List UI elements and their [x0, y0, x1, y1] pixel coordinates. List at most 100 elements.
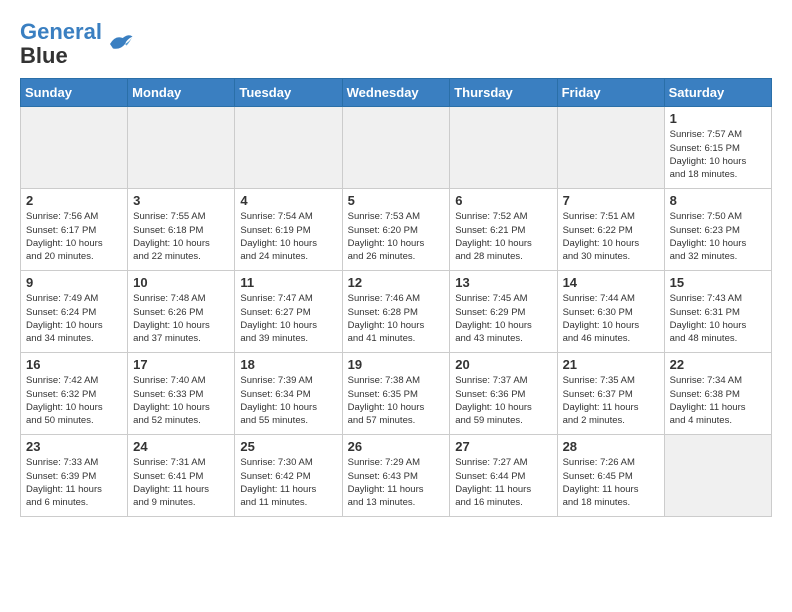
- calendar-cell: 27 Sunrise: 7:27 AM Sunset: 6:44 PM Dayli…: [450, 435, 557, 517]
- calendar-cell: 25 Sunrise: 7:30 AM Sunset: 6:42 PM Dayli…: [235, 435, 342, 517]
- day-info: Sunrise: 7:38 AM Sunset: 6:35 PM Dayligh…: [348, 374, 445, 427]
- week-row-5: 23 Sunrise: 7:33 AM Sunset: 6:39 PM Dayli…: [21, 435, 772, 517]
- calendar-cell: [450, 107, 557, 189]
- day-number: 27: [455, 439, 551, 454]
- day-info: Sunrise: 7:43 AM Sunset: 6:31 PM Dayligh…: [670, 292, 766, 345]
- calendar-cell: 9Sunrise: 7:49 AM Sunset: 6:24 PM Daylig…: [21, 271, 128, 353]
- week-row-3: 9Sunrise: 7:49 AM Sunset: 6:24 PM Daylig…: [21, 271, 772, 353]
- day-info: Sunrise: 7:50 AM Sunset: 6:23 PM Dayligh…: [670, 210, 766, 263]
- day-number: 22: [670, 357, 766, 372]
- calendar-cell: 13 Sunrise: 7:45 AM Sunset: 6:29 PM Dayli…: [450, 271, 557, 353]
- day-number: 10: [133, 275, 229, 290]
- day-number: 6: [455, 193, 551, 208]
- calendar-cell: 24 Sunrise: 7:31 AM Sunset: 6:41 PM Dayli…: [128, 435, 235, 517]
- day-info: Sunrise: 7:26 AM Sunset: 6:45 PM Dayligh…: [563, 456, 659, 509]
- logo-bird-icon: [104, 29, 134, 59]
- day-header-saturday: Saturday: [664, 79, 771, 107]
- day-number: 24: [133, 439, 229, 454]
- calendar-cell: 8 Sunrise: 7:50 AM Sunset: 6:23 PM Daylig…: [664, 189, 771, 271]
- day-info: Sunrise: 7:42 AM Sunset: 6:32 PM Dayligh…: [26, 374, 122, 427]
- day-info: Sunrise: 7:27 AM Sunset: 6:44 PM Dayligh…: [455, 456, 551, 509]
- day-info: Sunrise: 7:47 AM Sunset: 6:27 PM Dayligh…: [240, 292, 336, 345]
- day-info: Sunrise: 7:31 AM Sunset: 6:41 PM Dayligh…: [133, 456, 229, 509]
- day-number: 14: [563, 275, 659, 290]
- calendar-cell: [21, 107, 128, 189]
- day-info: Sunrise: 7:45 AM Sunset: 6:29 PM Dayligh…: [455, 292, 551, 345]
- day-number: 2: [26, 193, 122, 208]
- page-header: GeneralBlue: [20, 20, 772, 68]
- calendar-cell: 12 Sunrise: 7:46 AM Sunset: 6:28 PM Dayli…: [342, 271, 450, 353]
- day-info: Sunrise: 7:30 AM Sunset: 6:42 PM Dayligh…: [240, 456, 336, 509]
- day-info: Sunrise: 7:39 AM Sunset: 6:34 PM Dayligh…: [240, 374, 336, 427]
- calendar-cell: 19Sunrise: 7:38 AM Sunset: 6:35 PM Dayli…: [342, 353, 450, 435]
- calendar-cell: 6Sunrise: 7:52 AM Sunset: 6:21 PM Daylig…: [450, 189, 557, 271]
- calendar-cell: 18 Sunrise: 7:39 AM Sunset: 6:34 PM Dayli…: [235, 353, 342, 435]
- day-number: 3: [133, 193, 229, 208]
- day-info: Sunrise: 7:48 AM Sunset: 6:26 PM Dayligh…: [133, 292, 229, 345]
- calendar-cell: 16 Sunrise: 7:42 AM Sunset: 6:32 PM Dayli…: [21, 353, 128, 435]
- calendar-cell: 23 Sunrise: 7:33 AM Sunset: 6:39 PM Dayli…: [21, 435, 128, 517]
- day-number: 20: [455, 357, 551, 372]
- day-info: Sunrise: 7:37 AM Sunset: 6:36 PM Dayligh…: [455, 374, 551, 427]
- calendar-cell: 7 Sunrise: 7:51 AM Sunset: 6:22 PM Daylig…: [557, 189, 664, 271]
- day-number: 15: [670, 275, 766, 290]
- calendar-cell: 11 Sunrise: 7:47 AM Sunset: 6:27 PM Dayli…: [235, 271, 342, 353]
- day-info: Sunrise: 7:46 AM Sunset: 6:28 PM Dayligh…: [348, 292, 445, 345]
- day-number: 18: [240, 357, 336, 372]
- day-info: Sunrise: 7:29 AM Sunset: 6:43 PM Dayligh…: [348, 456, 445, 509]
- calendar-table: SundayMondayTuesdayWednesdayThursdayFrid…: [20, 78, 772, 517]
- day-info: Sunrise: 7:56 AM Sunset: 6:17 PM Dayligh…: [26, 210, 122, 263]
- calendar-cell: [235, 107, 342, 189]
- calendar-cell: 20 Sunrise: 7:37 AM Sunset: 6:36 PM Dayli…: [450, 353, 557, 435]
- calendar-cell: [557, 107, 664, 189]
- day-number: 13: [455, 275, 551, 290]
- week-row-1: 1 Sunrise: 7:57 AM Sunset: 6:15 PM Daylig…: [21, 107, 772, 189]
- day-info: Sunrise: 7:33 AM Sunset: 6:39 PM Dayligh…: [26, 456, 122, 509]
- day-info: Sunrise: 7:53 AM Sunset: 6:20 PM Dayligh…: [348, 210, 445, 263]
- calendar-cell: [664, 435, 771, 517]
- day-number: 16: [26, 357, 122, 372]
- day-number: 28: [563, 439, 659, 454]
- day-header-thursday: Thursday: [450, 79, 557, 107]
- day-info: Sunrise: 7:55 AM Sunset: 6:18 PM Dayligh…: [133, 210, 229, 263]
- calendar-cell: 3 Sunrise: 7:55 AM Sunset: 6:18 PM Daylig…: [128, 189, 235, 271]
- day-number: 7: [563, 193, 659, 208]
- day-info: Sunrise: 7:51 AM Sunset: 6:22 PM Dayligh…: [563, 210, 659, 263]
- calendar-cell: 15 Sunrise: 7:43 AM Sunset: 6:31 PM Dayli…: [664, 271, 771, 353]
- day-number: 8: [670, 193, 766, 208]
- week-row-2: 2 Sunrise: 7:56 AM Sunset: 6:17 PM Daylig…: [21, 189, 772, 271]
- day-number: 21: [563, 357, 659, 372]
- day-info: Sunrise: 7:54 AM Sunset: 6:19 PM Dayligh…: [240, 210, 336, 263]
- day-number: 4: [240, 193, 336, 208]
- day-number: 17: [133, 357, 229, 372]
- calendar-cell: 21 Sunrise: 7:35 AM Sunset: 6:37 PM Dayli…: [557, 353, 664, 435]
- calendar-header-row: SundayMondayTuesdayWednesdayThursdayFrid…: [21, 79, 772, 107]
- calendar-cell: [342, 107, 450, 189]
- day-info: Sunrise: 7:35 AM Sunset: 6:37 PM Dayligh…: [563, 374, 659, 427]
- day-info: Sunrise: 7:40 AM Sunset: 6:33 PM Dayligh…: [133, 374, 229, 427]
- calendar-cell: 26 Sunrise: 7:29 AM Sunset: 6:43 PM Dayli…: [342, 435, 450, 517]
- day-number: 26: [348, 439, 445, 454]
- calendar-cell: [128, 107, 235, 189]
- calendar-cell: 10 Sunrise: 7:48 AM Sunset: 6:26 PM Dayli…: [128, 271, 235, 353]
- day-number: 1: [670, 111, 766, 126]
- day-number: 9: [26, 275, 122, 290]
- day-number: 23: [26, 439, 122, 454]
- day-info: Sunrise: 7:44 AM Sunset: 6:30 PM Dayligh…: [563, 292, 659, 345]
- day-header-sunday: Sunday: [21, 79, 128, 107]
- calendar-cell: 1 Sunrise: 7:57 AM Sunset: 6:15 PM Daylig…: [664, 107, 771, 189]
- day-header-monday: Monday: [128, 79, 235, 107]
- day-number: 12: [348, 275, 445, 290]
- day-number: 5: [348, 193, 445, 208]
- day-number: 11: [240, 275, 336, 290]
- logo-text: GeneralBlue: [20, 20, 102, 68]
- day-number: 25: [240, 439, 336, 454]
- day-header-wednesday: Wednesday: [342, 79, 450, 107]
- calendar-cell: 2 Sunrise: 7:56 AM Sunset: 6:17 PM Daylig…: [21, 189, 128, 271]
- calendar-cell: 22Sunrise: 7:34 AM Sunset: 6:38 PM Dayli…: [664, 353, 771, 435]
- calendar-cell: 14 Sunrise: 7:44 AM Sunset: 6:30 PM Dayli…: [557, 271, 664, 353]
- day-info: Sunrise: 7:57 AM Sunset: 6:15 PM Dayligh…: [670, 128, 766, 181]
- day-header-friday: Friday: [557, 79, 664, 107]
- day-header-tuesday: Tuesday: [235, 79, 342, 107]
- calendar-cell: 17 Sunrise: 7:40 AM Sunset: 6:33 PM Dayli…: [128, 353, 235, 435]
